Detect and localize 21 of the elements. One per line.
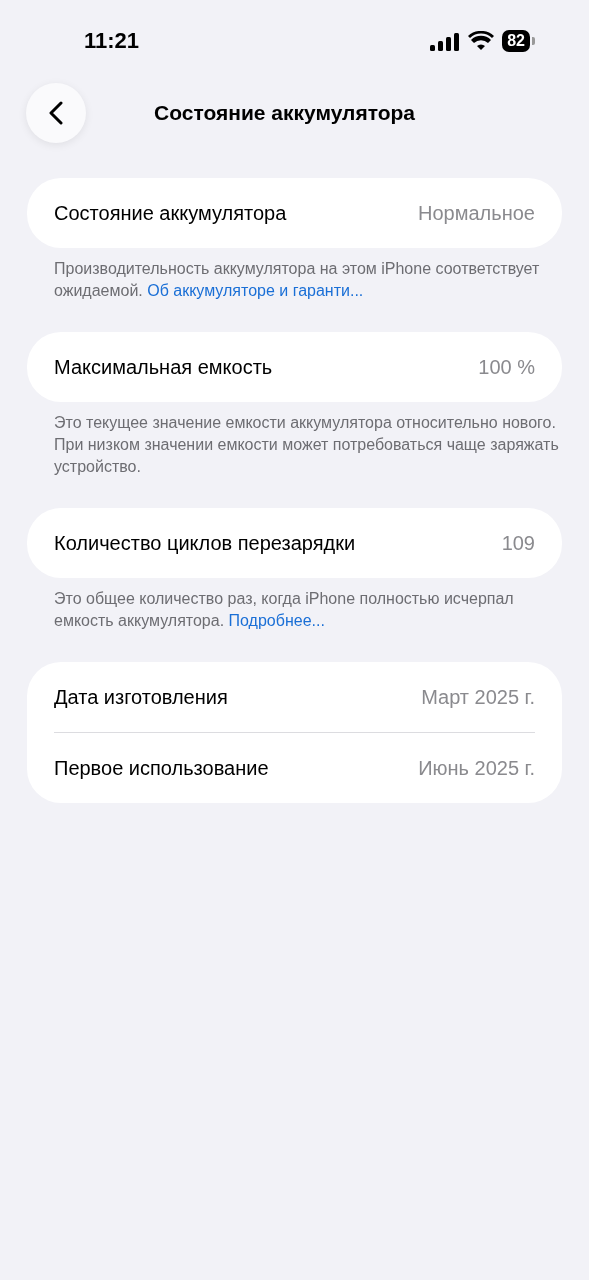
row-label: Состояние аккумулятора [54, 201, 287, 225]
battery-indicator: 82 [502, 30, 535, 52]
page-title: Состояние аккумулятора [154, 101, 415, 125]
row-label: Дата изготовления [54, 685, 228, 709]
section-footer: Производительность аккумулятора на этом iPhone соответствует ожидаемой. Об аккумуляторе и гаранти... [54, 258, 562, 302]
row-value: Июнь 2025 г. [418, 756, 535, 780]
section-footer: Это текущее значение емкости аккумулятора относительно нового. При низком значении емкости может потребоваться чаще заряжать устройство. [54, 412, 562, 478]
row-value: Март 2025 г. [421, 685, 535, 709]
status-time: 11:21 [84, 28, 140, 54]
section-footer: Это общее количество раз, когда iPhone полностью исчерпал емкость аккумулятора. Подробнее... [54, 588, 562, 632]
chevron-left-icon [49, 101, 63, 125]
row-value: 100 % [478, 355, 535, 379]
row-label: Количество циклов перезарядки [54, 531, 356, 555]
wifi-icon [468, 31, 495, 51]
footer-link[interactable]: Об аккумуляторе и гаранти... [147, 282, 364, 299]
row-label: Первое использование [54, 756, 269, 780]
row-value: Нормальное [418, 201, 535, 225]
row-value: 109 [501, 531, 535, 555]
footer-link[interactable]: Подробнее... [228, 612, 325, 629]
row-label: Максимальная емкость [54, 355, 273, 379]
signal-icon [430, 31, 461, 51]
